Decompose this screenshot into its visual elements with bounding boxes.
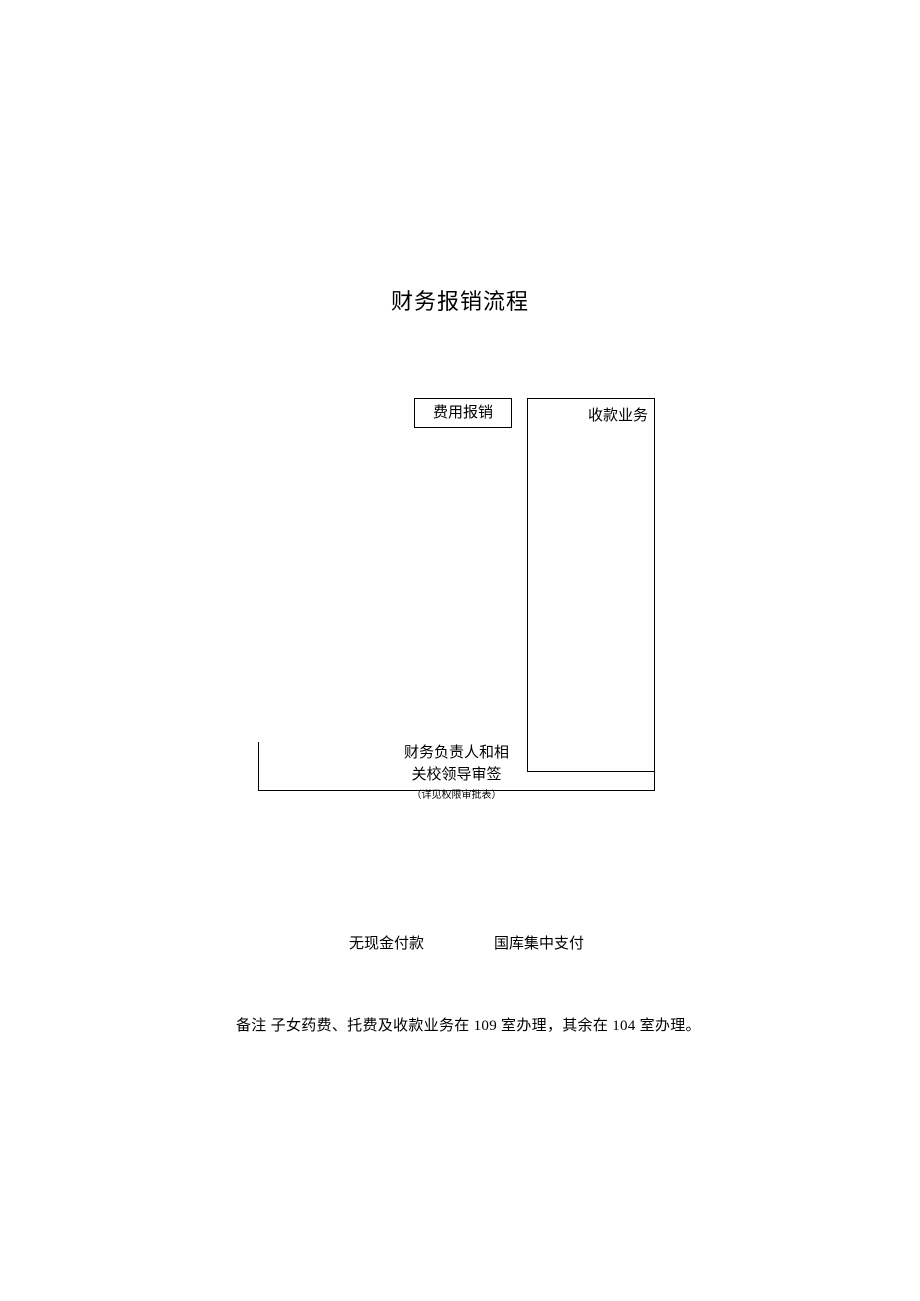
no-cash-payment-label: 无现金付款 [349, 932, 424, 953]
approval-text-line2: 关校领导审签 [259, 763, 654, 784]
treasury-payment-label: 国库集中支付 [494, 932, 584, 953]
footnote-text: 备注 子女药费、托费及收款业务在 109 室办理，其余在 104 室办理。 [236, 1014, 701, 1035]
expense-reimbursement-box: 费用报销 [414, 398, 512, 428]
receipt-business-label: 收款业务 [588, 404, 648, 425]
approval-text-line1: 财务负责人和相 [259, 741, 654, 762]
approval-box: 财务负责人和相 关校领导审签 （详见权限审批表） [258, 742, 655, 791]
page-title: 财务报销流程 [0, 284, 920, 316]
approval-note: （详见权限审批表） [259, 786, 654, 801]
receipt-business-container [527, 398, 655, 772]
